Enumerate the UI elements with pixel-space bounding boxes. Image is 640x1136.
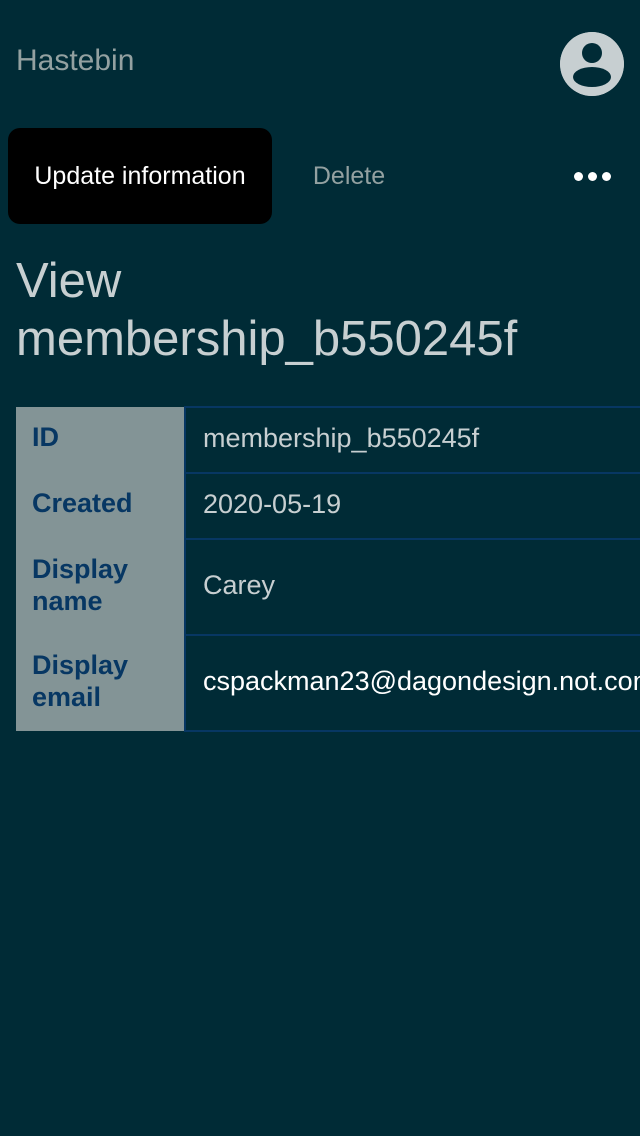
ellipsis-horizontal-icon <box>573 171 583 181</box>
table-row: Display name Carey <box>16 538 640 636</box>
ellipsis-dot <box>587 171 597 181</box>
app-title[interactable]: Hastebin <box>16 42 134 80</box>
id-label: ID <box>16 407 186 473</box>
app-header: Hastebin <box>0 0 640 124</box>
created-label: Created <box>16 473 186 539</box>
more-options-button[interactable] <box>562 158 622 194</box>
user-avatar-button[interactable] <box>560 32 624 96</box>
update-information-button[interactable]: Update information <box>8 128 272 224</box>
action-bar: Update information Delete <box>0 128 640 224</box>
display-name-value: Carey <box>185 538 640 636</box>
page-title: View membership_b550245f <box>16 254 518 366</box>
table-row: Created 2020-05-19 <box>16 472 640 540</box>
display-email-value[interactable]: cspackman23@dagondesign.not.com <box>185 634 640 732</box>
ellipsis-dot <box>601 171 611 181</box>
membership-details-table: ID membership_b550245f Created 2020-05-1… <box>16 406 640 732</box>
user-circle-icon <box>560 32 624 96</box>
created-value: 2020-05-19 <box>185 472 640 540</box>
display-name-label: Display name <box>16 539 186 635</box>
page: Hastebin Update information Delete View … <box>0 0 640 1136</box>
table-row: ID membership_b550245f <box>16 406 640 474</box>
display-email-label: Display email <box>16 635 186 731</box>
id-value: membership_b550245f <box>185 406 640 474</box>
table-row: Display email cspackman23@dagondesign.no… <box>16 634 640 732</box>
delete-button[interactable]: Delete <box>296 128 402 224</box>
